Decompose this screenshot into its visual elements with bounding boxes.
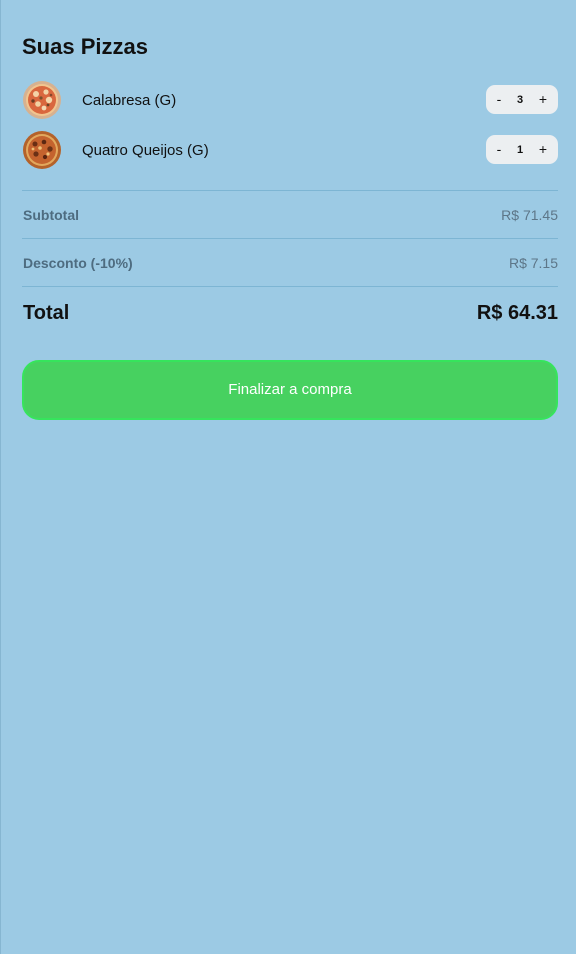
decrease-quantity-quatro-queijos-button[interactable]: - [491,140,507,158]
page-title: Suas Pizzas [22,34,148,59]
pizza-name-calabresa: Calabresa (G) [82,92,177,109]
summary-divider-middle [22,238,558,239]
cart-list: Calabresa (G) - 3 + Quatro Queijos (G) -… [22,80,558,180]
summary-divider-bottom [22,286,558,287]
pizza-quatro-queijos-image [23,131,61,169]
subtotal-value: R$ 71.45 [501,207,558,223]
total-label: Total [23,302,70,324]
summary-divider-top [22,190,558,191]
cart-item-calabresa: Calabresa (G) - 3 + [22,80,558,120]
pizza-calabresa-image [23,81,61,119]
increase-quantity-calabresa-button[interactable]: + [535,90,551,108]
quantity-value-quatro-queijos: 1 [516,144,524,156]
discount-row: Desconto (-10%) R$ 7.15 [22,251,558,275]
subtotal-label: Subtotal [23,207,79,223]
discount-label: Desconto (-10%) [23,255,133,271]
quantity-value-calabresa: 3 [516,94,524,106]
quantity-stepper-calabresa: - 3 + [486,85,558,114]
discount-value: R$ 7.15 [508,255,558,271]
cart-item-quatro-queijos: Quatro Queijos (G) - 1 + [22,130,558,170]
total-value: R$ 64.31 [476,302,558,324]
decrease-quantity-calabresa-button[interactable]: - [491,90,507,108]
total-row: Total R$ 64.31 [22,302,558,328]
increase-quantity-quatro-queijos-button[interactable]: + [535,140,551,158]
checkout-button[interactable]: Finalizar a compra [22,360,558,420]
pizza-name-quatro-queijos: Quatro Queijos (G) [82,142,209,159]
subtotal-row: Subtotal R$ 71.45 [22,203,558,227]
cart-panel: Suas Pizzas Calabresa (G) - 3 + Quatro Q… [0,0,576,954]
quantity-stepper-quatro-queijos: - 1 + [486,135,558,164]
